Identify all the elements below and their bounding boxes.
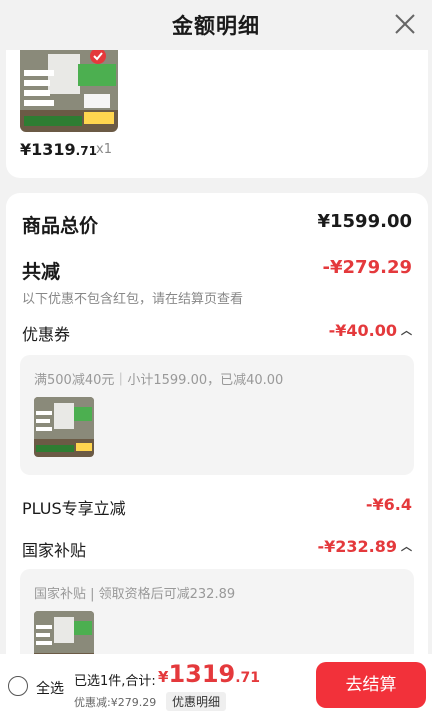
total-decimal: .71 [235,670,261,686]
header: 金额明细 [0,0,432,50]
price-decimal: .71 [75,144,97,158]
subsidy-row[interactable]: 国家补贴 -¥232.89 ︿ [22,537,412,561]
coupon-detail-box: 满500减40元｜小计1599.00，已减40.00 [20,355,414,475]
product-price: ¥1319.71 [20,140,97,159]
coupon-value: -¥40.00 [328,321,397,340]
checkout-button[interactable]: 去结算 [316,662,426,708]
product-image[interactable] [20,50,118,132]
subsidy-label: 国家补贴 [22,541,87,560]
subsidy-value: -¥232.89 [317,537,397,556]
selected-info: 已选1件,合计: [74,674,156,689]
select-all-label[interactable]: 全选 [36,678,64,698]
discount-detail-button[interactable]: 优惠明细 [166,692,227,711]
total-price-value: ¥1599.00 [317,211,412,232]
coupon-row[interactable]: 优惠券 -¥40.00 ︿ [22,321,412,345]
discount-hint: 以下优惠不包含红包，请在结算页查看 [22,292,244,307]
coupon-value-wrap: -¥40.00 ︿ [329,321,412,340]
price-integer: ¥1319 [20,140,76,159]
subsidy-value-wrap: -¥232.89 ︿ [317,537,412,556]
checkout-total: ¥1319.71 [158,660,260,688]
product-quantity: x1 [96,142,112,157]
discount-row: 共减 -¥279.29 以下优惠不包含红包，请在结算页查看 [22,257,412,307]
discount-value: -¥279.29 [322,257,412,278]
plus-row: PLUS专享立减 -¥6.4 [22,495,412,519]
subsidy-detail-text: 国家补贴 | 领取资格后可减232.89 [34,587,236,602]
chevron-up-icon[interactable]: ︿ [401,538,412,554]
page-title: 金额明细 [172,14,260,38]
plus-value: -¥6.4 [365,495,412,514]
coupon-product-thumb [34,397,94,457]
checkout-bar: 全选 已选1件,合计: ¥1319.71 优惠减:¥279.29 优惠明细 去结… [0,654,432,717]
discount-summary: 优惠减:¥279.29 [74,696,157,709]
product-card: ¥1319.71 x1 [6,50,428,178]
plus-label: PLUS专享立减 [22,499,126,518]
discount-label: 共减 [22,261,61,283]
radio-icon[interactable] [8,676,28,696]
chevron-up-icon[interactable]: ︿ [401,322,412,338]
coupon-label: 优惠券 [22,325,71,344]
total-price-label: 商品总价 [22,215,99,237]
total-integer: 1319 [168,660,236,688]
total-yen: ¥ [158,668,169,686]
close-icon[interactable] [392,11,418,37]
total-price-row: 商品总价 ¥1599.00 [22,211,412,238]
coupon-detail-text: 满500减40元｜小计1599.00，已减40.00 [34,373,284,388]
price-detail-card: 商品总价 ¥1599.00 共减 -¥279.29 以下优惠不包含红包，请在结算… [6,193,428,689]
